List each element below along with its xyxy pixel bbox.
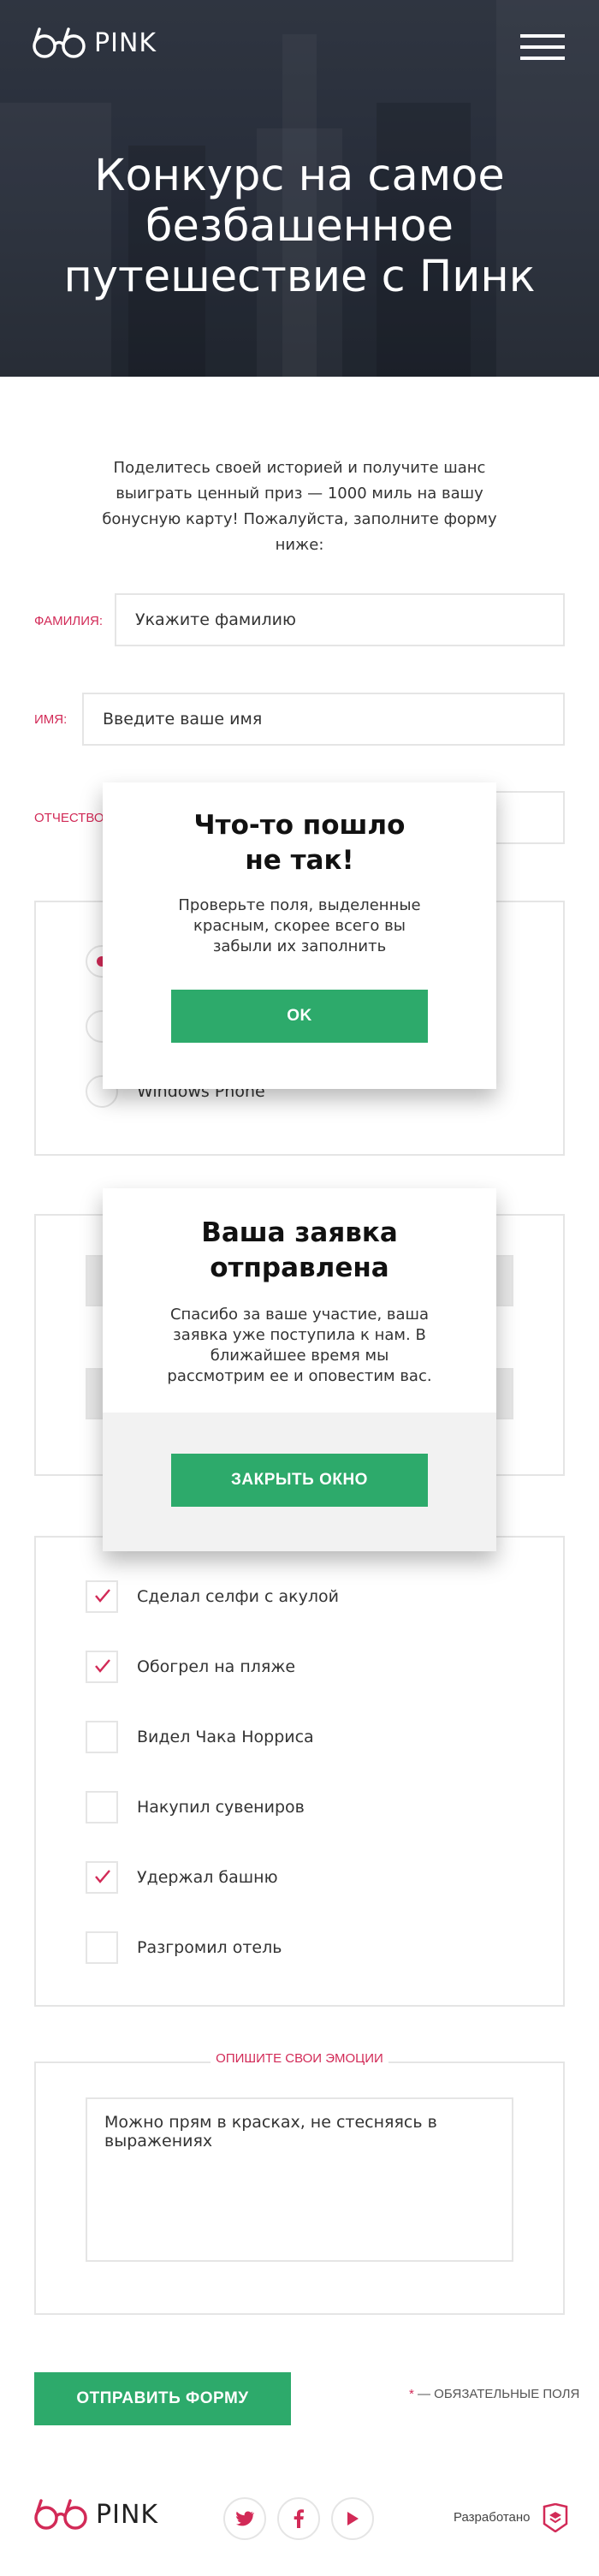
- menu-toggle-button[interactable]: [520, 34, 565, 60]
- glasses-logo-icon: [33, 27, 86, 58]
- checkbox-label: Удержал башню: [137, 1868, 278, 1887]
- facebook-link[interactable]: [277, 2497, 320, 2540]
- checkbox-label: Накупил сувениров: [137, 1798, 305, 1817]
- required-note-text: — обязательные поля: [413, 2387, 580, 2401]
- hamburger-icon: [520, 45, 565, 49]
- error-ok-button[interactable]: OK: [171, 990, 428, 1043]
- error-modal-text: Проверьте поля, выделенные красным, скор…: [178, 896, 421, 955]
- logo-text: PINK: [96, 2499, 159, 2530]
- emotions-textarea[interactable]: Можно прям в красках, не стесняясь в выр…: [86, 2097, 513, 2262]
- intro-text: Поделитесь своей историей и получите шан…: [102, 459, 497, 554]
- developer-label: Разработано: [454, 2510, 531, 2525]
- twitter-icon: [235, 2511, 254, 2526]
- surname-label: Фамилия:: [34, 614, 103, 628]
- success-modal-title: Ваша заявка отправлена: [201, 1217, 398, 1283]
- checkbox[interactable]: [86, 1931, 118, 1964]
- surname-input[interactable]: Укажите фамилию: [115, 593, 565, 646]
- checkbox-label: Сделал селфи с акулой: [137, 1587, 339, 1606]
- footer-logo[interactable]: PINK: [34, 2497, 158, 2531]
- close-modal-button[interactable]: Закрыть окно: [171, 1454, 428, 1507]
- success-modal: Ваша заявка отправлена Спасибо за ваше у…: [103, 1188, 496, 1551]
- hamburger-icon: [520, 57, 565, 60]
- glasses-logo-icon: [34, 2499, 87, 2530]
- checkmark-icon: [95, 1870, 110, 1883]
- submit-form-button[interactable]: Отправить форму: [34, 2372, 291, 2425]
- twitter-link[interactable]: [223, 2497, 266, 2540]
- error-modal-title: Что-то пошло не так!: [193, 810, 406, 876]
- header-logo[interactable]: PINK: [33, 26, 157, 60]
- checkbox-label: Обогрел на пляже: [137, 1657, 296, 1676]
- checkbox-label: Разгромил отель: [137, 1938, 282, 1957]
- required-note: * — обязательные поля: [409, 2387, 579, 2401]
- youtube-icon: [347, 2512, 359, 2525]
- checkbox[interactable]: [86, 1861, 118, 1894]
- hero-header: PINK Конкурс на самое безбашенное путеше…: [0, 0, 599, 377]
- success-modal-footer: Закрыть окно: [103, 1413, 496, 1551]
- facebook-icon: [294, 2509, 304, 2528]
- checkbox[interactable]: [86, 1651, 118, 1683]
- name-label: Имя:: [34, 712, 68, 727]
- emotions-legend: Опишите свои эмоции: [211, 2051, 388, 2066]
- name-input[interactable]: Введите ваше имя: [82, 693, 565, 746]
- checkbox[interactable]: [86, 1721, 118, 1753]
- htmlacademy-logo[interactable]: [543, 2503, 568, 2532]
- logo-text: PINK: [94, 27, 157, 58]
- hamburger-icon: [520, 34, 565, 38]
- checkbox[interactable]: [86, 1580, 118, 1613]
- checkbox-label: Видел Чака Норриса: [137, 1728, 314, 1746]
- page-title: Конкурс на самое безбашенное путешествие…: [63, 151, 536, 302]
- checkmark-icon: [95, 1659, 110, 1673]
- checkmark-icon: [95, 1589, 110, 1603]
- patronymic-label: Отчество:: [34, 811, 108, 825]
- youtube-link[interactable]: [331, 2497, 374, 2540]
- error-modal: Что-то пошло не так! Проверьте поля, выд…: [103, 782, 496, 1089]
- checkbox[interactable]: [86, 1791, 118, 1823]
- success-modal-text: Спасибо за ваше участие, ваша заявка уже…: [167, 1306, 432, 1385]
